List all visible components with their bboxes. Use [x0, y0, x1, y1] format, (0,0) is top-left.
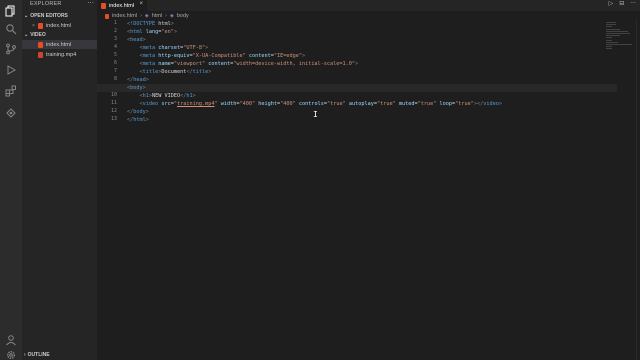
breadcrumb: index.html › ◈ html › ◈ body	[105, 12, 189, 20]
line-number: 5	[113, 52, 117, 58]
outline-section[interactable]: › OUTLINE	[24, 352, 50, 358]
file-item-training[interactable]: training.mp4	[22, 50, 97, 59]
explorer-more-icon[interactable]: ···	[87, 0, 94, 7]
account-icon[interactable]	[4, 333, 18, 347]
run-icon[interactable]: ▷	[609, 0, 614, 7]
html-file-icon	[37, 22, 43, 29]
code-line: </head>	[127, 77, 149, 83]
mouse-cursor-ibeam: I	[313, 110, 318, 119]
open-editor-label: index.html	[45, 22, 71, 29]
chevron-down-icon: ⌄	[24, 13, 29, 19]
folder-section[interactable]: ⌄ VIDEO	[24, 32, 46, 38]
remote-explorer-icon[interactable]	[4, 106, 18, 120]
open-editor-item[interactable]: × index.html	[22, 21, 97, 30]
line-number: 13	[110, 116, 117, 122]
split-editor-icon[interactable]: ⊟	[619, 0, 624, 7]
code-line: <html lang="en">	[127, 29, 177, 35]
code-editor[interactable]: 1 2 3 4 5 6 7 8 9 10 11 12 13 <!DOCTYPE …	[97, 20, 640, 360]
element-icon: ◈	[170, 13, 174, 19]
close-icon[interactable]: ×	[32, 23, 35, 29]
line-number: 1	[113, 20, 117, 26]
folder-label: VIDEO	[30, 32, 46, 38]
chevron-right-icon: ›	[140, 13, 142, 19]
explorer-sidebar: EXPLORER ··· ⌄ OPEN EDITORS × index.html…	[22, 0, 97, 360]
source-control-icon[interactable]	[4, 42, 18, 56]
chevron-right-icon: ›	[165, 13, 168, 19]
open-editors-label: OPEN EDITORS	[30, 13, 68, 19]
line-number: 12	[110, 108, 117, 114]
explorer-title: EXPLORER	[30, 1, 62, 7]
line-number: 10	[110, 92, 117, 98]
video-file-icon	[38, 51, 43, 58]
html-file-icon	[105, 13, 109, 19]
close-icon[interactable]: ×	[139, 1, 143, 7]
extensions-icon[interactable]	[4, 84, 18, 98]
explorer-icon[interactable]	[4, 4, 18, 18]
element-icon: ◈	[144, 13, 149, 19]
run-debug-icon[interactable]	[4, 63, 18, 77]
tab-label: index.html	[109, 2, 135, 9]
search-icon[interactable]	[4, 22, 18, 36]
activity-bar	[0, 0, 22, 360]
code-line: <h1>NEW VIDEO</h1>	[139, 93, 196, 99]
line-number: 2	[113, 28, 117, 34]
code-line: <meta charset="UTF-8">	[139, 45, 209, 51]
breadcrumb-html[interactable]: html	[152, 13, 162, 19]
breadcrumb-file[interactable]: index.html	[112, 13, 137, 19]
breadcrumb-body[interactable]: body	[177, 13, 189, 19]
settings-gear-icon[interactable]	[4, 348, 18, 360]
chevron-down-icon: ⌄	[24, 32, 29, 38]
code-line: <!DOCTYPE html>	[127, 21, 174, 27]
editor-scrollbar[interactable]	[636, 20, 640, 360]
code-line: </body>	[127, 109, 149, 115]
more-actions-icon[interactable]: ···	[630, 0, 636, 7]
code-line: </html>	[127, 117, 149, 123]
outline-label: OUTLINE	[27, 352, 50, 358]
file-label: index.html	[46, 41, 72, 48]
file-item-index[interactable]: index.html	[22, 40, 97, 49]
tab-bar: index.html × ▷ ⊟ ···	[97, 0, 640, 11]
line-number: 4	[113, 44, 117, 50]
code-line: <meta http-equiv="X-UA-Compatible" conte…	[139, 53, 306, 59]
html-file-icon	[101, 2, 106, 9]
line-number: 11	[110, 100, 117, 106]
code-line: <video src="training.mp4" width="400" he…	[139, 101, 502, 107]
code-line: <title>Document</title>	[139, 69, 212, 75]
line-number: 8	[113, 76, 117, 82]
html-file-icon	[38, 41, 43, 48]
file-label: training.mp4	[46, 51, 77, 58]
line-number: 6	[113, 60, 117, 66]
code-line-current: <body>	[97, 84, 617, 92]
chevron-right-icon: ›	[24, 352, 26, 358]
tab-index-html[interactable]: index.html ×	[97, 0, 147, 11]
open-editors-section[interactable]: ⌄ OPEN EDITORS	[24, 13, 68, 19]
code-line: <head>	[127, 37, 146, 43]
minimap[interactable]	[606, 22, 632, 62]
line-number: 7	[113, 68, 117, 74]
line-number: 3	[113, 36, 117, 42]
editor-actions: ▷ ⊟ ···	[609, 0, 636, 7]
code-line: <meta name="viewport" content="width=dev…	[139, 61, 359, 67]
